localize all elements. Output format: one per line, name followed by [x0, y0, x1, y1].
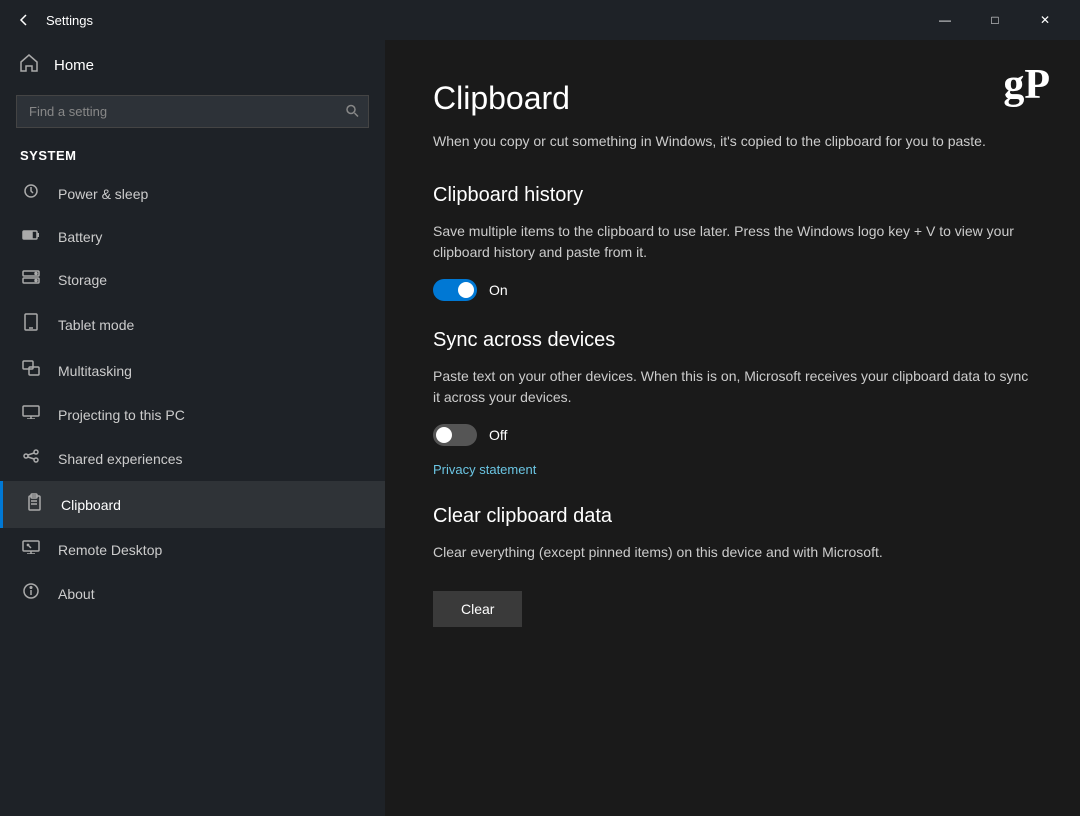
battery-icon — [20, 228, 42, 246]
sidebar-item-home[interactable]: Home — [0, 40, 385, 91]
page-description: When you copy or cut something in Window… — [433, 131, 1032, 152]
search-input[interactable] — [16, 95, 369, 128]
about-icon — [20, 583, 42, 604]
content-area: gP Clipboard When you copy or cut someth… — [385, 40, 1080, 816]
close-button[interactable]: ✕ — [1022, 0, 1068, 40]
clipboard-history-toggle-row: On — [433, 279, 1032, 301]
sidebar-item-remote-desktop[interactable]: Remote Desktop — [0, 528, 385, 571]
sidebar-item-battery[interactable]: Battery — [0, 216, 385, 258]
sidebar-section-label: System — [0, 140, 385, 171]
section-title-sync: Sync across devices — [433, 329, 1032, 352]
section-desc-sync: Paste text on your other devices. When t… — [433, 366, 1032, 408]
privacy-statement-link[interactable]: Privacy statement — [433, 462, 536, 477]
sync-toggle-row: Off — [433, 424, 1032, 446]
sidebar-item-multitasking[interactable]: Multitasking — [0, 348, 385, 393]
page-title: Clipboard — [433, 80, 1032, 117]
sidebar-item-projecting[interactable]: Projecting to this PC — [0, 393, 385, 436]
toggle-knob-history — [458, 282, 474, 298]
sidebar-label-shared-experiences: Shared experiences — [58, 451, 183, 467]
sidebar-item-storage[interactable]: Storage — [0, 258, 385, 301]
sidebar-label-remote-desktop: Remote Desktop — [58, 542, 162, 558]
projecting-icon — [20, 405, 42, 424]
shared-experiences-icon — [20, 448, 42, 469]
sidebar: Home System Power & sleep — [0, 40, 385, 816]
title-bar: Settings — □ ✕ — [0, 0, 1080, 40]
watermark: gP — [1003, 64, 1050, 106]
section-desc-clear: Clear everything (except pinned items) o… — [433, 542, 1032, 563]
sidebar-item-tablet-mode[interactable]: Tablet mode — [0, 301, 385, 348]
sidebar-item-about[interactable]: About — [0, 571, 385, 616]
back-button[interactable] — [12, 8, 36, 32]
remote-desktop-icon — [20, 540, 42, 559]
sync-toggle[interactable] — [433, 424, 477, 446]
sidebar-item-shared-experiences[interactable]: Shared experiences — [0, 436, 385, 481]
clipboard-icon — [23, 493, 45, 516]
sidebar-item-power-sleep[interactable]: Power & sleep — [0, 171, 385, 216]
sidebar-label-tablet-mode: Tablet mode — [58, 317, 134, 333]
sidebar-item-clipboard[interactable]: Clipboard — [0, 481, 385, 528]
clipboard-history-toggle-label: On — [489, 282, 508, 298]
sidebar-label-multitasking: Multitasking — [58, 363, 132, 379]
sidebar-label-clipboard: Clipboard — [61, 497, 121, 513]
power-sleep-icon — [20, 183, 42, 204]
search-box — [16, 95, 369, 128]
home-icon — [20, 54, 38, 77]
search-icon — [345, 103, 359, 120]
sidebar-label-power-sleep: Power & sleep — [58, 186, 148, 202]
sidebar-label-about: About — [58, 586, 95, 602]
minimize-button[interactable]: — — [922, 0, 968, 40]
app-body: Home System Power & sleep — [0, 40, 1080, 816]
maximize-button[interactable]: □ — [972, 0, 1018, 40]
app-title: Settings — [46, 13, 93, 28]
sidebar-label-storage: Storage — [58, 272, 107, 288]
toggle-knob-sync — [436, 427, 452, 443]
window-controls: — □ ✕ — [922, 0, 1068, 40]
sidebar-label-projecting: Projecting to this PC — [58, 407, 185, 423]
home-label: Home — [54, 57, 94, 74]
section-desc-clipboard-history: Save multiple items to the clipboard to … — [433, 221, 1032, 263]
tablet-icon — [20, 313, 42, 336]
storage-icon — [20, 270, 42, 289]
sidebar-label-battery: Battery — [58, 229, 102, 245]
sync-toggle-label: Off — [489, 427, 507, 443]
section-title-clear: Clear clipboard data — [433, 505, 1032, 528]
section-title-clipboard-history: Clipboard history — [433, 184, 1032, 207]
multitasking-icon — [20, 360, 42, 381]
clear-button[interactable]: Clear — [433, 591, 522, 627]
clipboard-history-toggle[interactable] — [433, 279, 477, 301]
